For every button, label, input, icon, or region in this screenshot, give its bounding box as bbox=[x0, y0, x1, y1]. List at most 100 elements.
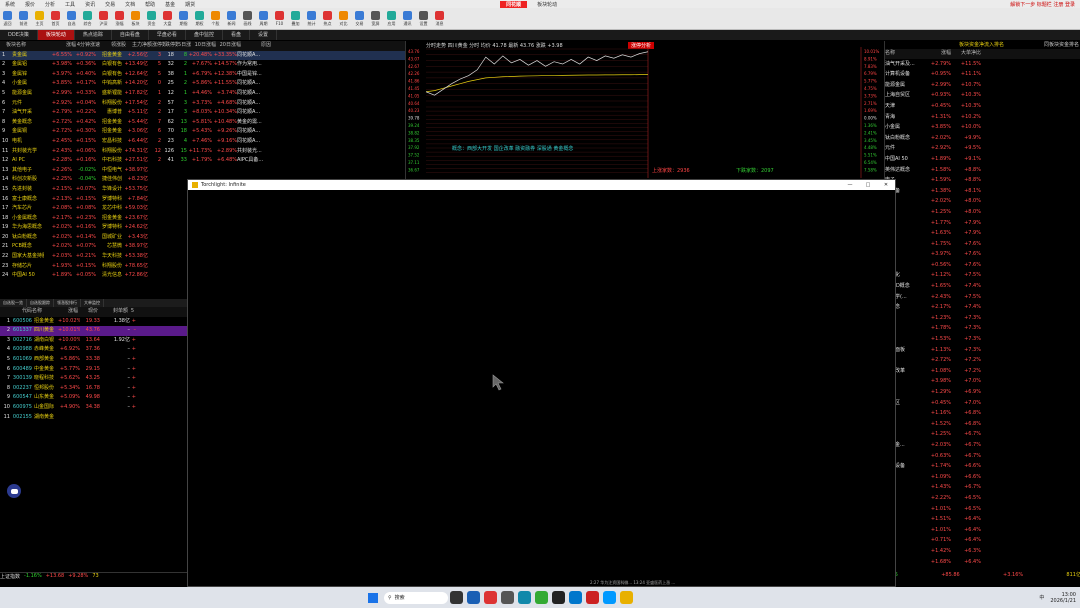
table-row[interactable]: 概念+1.51%+6.4% bbox=[885, 514, 1080, 525]
table-row[interactable]: 评+3.97%+7.6% bbox=[885, 249, 1080, 260]
table-row[interactable]: 科技+0.71%+6.4% bbox=[885, 535, 1080, 546]
toolbar-button[interactable]: 画线 bbox=[240, 9, 255, 28]
clock-date[interactable]: 2026/1/21 bbox=[1050, 598, 1076, 604]
menu-item[interactable]: 帮助 bbox=[145, 1, 155, 8]
tab-hot[interactable]: 热点追踪 bbox=[75, 30, 112, 40]
table-row[interactable]: 中国AI 50 +1.89% +9.1% bbox=[885, 154, 1080, 165]
toolbar-button[interactable]: 宽屏 bbox=[368, 9, 383, 28]
toolbar-button[interactable]: 消息 bbox=[432, 9, 447, 28]
table-row[interactable]: 天津 +0.45% +10.3% bbox=[885, 101, 1080, 112]
toolbar-button[interactable]: 统计 bbox=[304, 9, 319, 28]
column-header[interactable]: 涨幅 bbox=[48, 41, 76, 51]
table-row[interactable]: +1.42% +6.3% bbox=[885, 546, 1080, 557]
table-row[interactable]: 计算机设备 +0.95% +11.1% bbox=[885, 69, 1080, 80]
table-row[interactable]: 3 002716 湖南白银 +10.00% 13.64 1.92亿 + bbox=[0, 336, 187, 346]
table-row[interactable]: 仪+2.22%+6.5% bbox=[885, 493, 1080, 504]
toolbar-button[interactable]: 新闻 bbox=[224, 9, 239, 28]
table-row[interactable]: 2 601337 四川黄金 +10.01% 43.76 – – bbox=[0, 326, 187, 336]
news-item[interactable]: 2:27 华为注资国科微... 13:24 亚盛医药上涨 ... bbox=[590, 580, 675, 585]
toolbar-button[interactable]: 通讯 bbox=[400, 9, 415, 28]
column-header[interactable]: 涨幅 bbox=[56, 307, 78, 317]
browser-icon[interactable] bbox=[518, 591, 531, 604]
table-row[interactable]: 11 002155 湖南黄金 bbox=[0, 413, 187, 423]
table-row[interactable]: 电路面板+1.13%+7.3% bbox=[885, 345, 1080, 356]
table-row[interactable]: +2.72% +7.2% bbox=[885, 355, 1080, 366]
tab-sector-rotation[interactable]: 板块轮动 bbox=[37, 30, 75, 40]
table-row[interactable]: 5 能源金属 +2.99% +0.33% 盛新锂能 +17.82亿 1 12 1 +4.46% +3… bbox=[0, 89, 405, 99]
column-header[interactable]: 5 bbox=[128, 307, 134, 317]
table-row[interactable]: 4 小金属 +3.85% +0.17% 中钨高新 +14.20亿 0 25 2 +5.86% +11… bbox=[0, 79, 405, 89]
stock-tab[interactable]: 自选股一览 bbox=[0, 299, 27, 307]
menu-item[interactable]: 分析 bbox=[45, 1, 55, 8]
toolbar-button[interactable]: 返回 bbox=[0, 9, 15, 28]
table-row[interactable]: 4 600988 赤峰黄金 +6.92% 37.36 – + bbox=[0, 345, 187, 355]
table-row[interactable]: 国企改革+1.08%+7.2% bbox=[885, 366, 1080, 377]
table-row[interactable]: 7 300139 晓程科技 +5.62% 43.25 – + bbox=[0, 374, 187, 384]
table-row[interactable]: 工业化+1.12%+7.5% bbox=[885, 270, 1080, 281]
tab-free[interactable]: 自由看盘 bbox=[112, 30, 149, 40]
stock-tab[interactable]: 自选股跟踪 bbox=[27, 299, 54, 307]
table-row[interactable]: 8 002237 恒邦股份 +5.34% 16.78 – + bbox=[0, 384, 187, 394]
game-taskbar-icon[interactable] bbox=[620, 591, 633, 604]
app-icon[interactable] bbox=[535, 591, 548, 604]
table-row[interactable]: 9 600547 山东黄金 +5.09% 49.98 – + bbox=[0, 393, 187, 403]
table-row[interactable]: 12 AI PC +2.28% +0.16% 中石科技 +27.51亿 2 41 33 +1.79… bbox=[0, 156, 405, 166]
column-header[interactable]: 涨停数 bbox=[152, 41, 165, 51]
menu-item[interactable]: 文档 bbox=[125, 1, 135, 8]
table-row[interactable]: +0.56% +7.6% bbox=[885, 260, 1080, 271]
table-row[interactable]: 电池+1.29%+6.9% bbox=[885, 387, 1080, 398]
table-row[interactable]: 上海自贸区 +0.93% +10.3% bbox=[885, 90, 1080, 101]
table-row[interactable]: 7 油气开采 +2.79% +0.22% 惠博普 +5.11亿 2 17 3 +8.03% +10.… bbox=[0, 108, 405, 118]
tab-watch[interactable]: 看盘 bbox=[223, 30, 250, 40]
panel-subtab[interactable]: 同板块资金排名 bbox=[1044, 41, 1079, 49]
table-row[interactable]: 9 金属铜 +2.72% +0.30% 招金黄金 +3.06亿 6 70 18 +5.43% +9.… bbox=[0, 127, 405, 137]
toolbar-button[interactable]: 期指 bbox=[176, 9, 191, 28]
column-header[interactable]: 10日涨幅 bbox=[191, 41, 216, 51]
table-row[interactable]: 1 贵金属 +6.55% +0.92% 招金黄金 +2.56亿 3 18 8 +20.48% +33… bbox=[0, 50, 405, 61]
toolbar-button[interactable]: 叠加 bbox=[288, 9, 303, 28]
intraday-chart[interactable]: 43.76 43.07 42.67 42.26 41.86 41.45 41.05 40.64… bbox=[406, 41, 884, 178]
column-header[interactable]: 现价 bbox=[78, 307, 98, 317]
column-header[interactable]: 封单额 bbox=[98, 307, 128, 317]
table-row[interactable]: 小金属 +3.85% +10.0% bbox=[885, 122, 1080, 133]
table-row[interactable]: 钛白粉概念 +2.02% +9.9% bbox=[885, 133, 1080, 144]
app-icon[interactable] bbox=[501, 591, 514, 604]
table-row[interactable]: 电子+1.59%+8.8% bbox=[885, 175, 1080, 186]
toolbar-button[interactable]: 期权 bbox=[192, 9, 207, 28]
table-row[interactable]: 油气开采及... +2.79% +11.5% bbox=[885, 59, 1080, 70]
column-header[interactable]: 原因 bbox=[241, 41, 271, 51]
table-row[interactable]: 手机+1.52%+6.8% bbox=[885, 419, 1080, 430]
app-icon[interactable] bbox=[484, 591, 497, 604]
column-header[interactable]: 主力净额 bbox=[126, 41, 152, 51]
windows-start-icon[interactable] bbox=[368, 592, 378, 603]
table-row[interactable]: LED+1.78%+7.3% bbox=[885, 323, 1080, 334]
toolbar-button[interactable]: 交易 bbox=[352, 9, 367, 28]
table-row[interactable]: 元件 +2.92% +9.5% bbox=[885, 143, 1080, 154]
ime-indicator[interactable]: 中 bbox=[1039, 594, 1044, 601]
table-row[interactable]: 13 其他电子 +2.26% -0.02% 中恒电气 +38.97亿 bbox=[0, 166, 405, 176]
app-icon[interactable] bbox=[603, 591, 616, 604]
toolbar-button[interactable]: 对比 bbox=[336, 9, 351, 28]
stock-tab[interactable]: 大单监控 bbox=[81, 299, 104, 307]
stock-tab[interactable]: 领涨股排行 bbox=[54, 299, 81, 307]
table-row[interactable]: 概念+2.02%+8.0% bbox=[885, 196, 1080, 207]
menu-item[interactable]: 期货 bbox=[185, 1, 195, 8]
toolbar-button[interactable]: 涨幅 bbox=[112, 9, 127, 28]
tab-monitor[interactable]: 盘中监控 bbox=[186, 30, 223, 40]
column-header[interactable]: 领涨股 bbox=[100, 41, 126, 51]
table-row[interactable]: 英伟达概念 +1.58% +8.8% bbox=[885, 165, 1080, 176]
toolbar-button[interactable]: 个股 bbox=[208, 9, 223, 28]
table-row[interactable]: 1 600506 招金黄金 +10.02% 19.33 1.38亿 + bbox=[0, 317, 187, 327]
toolbar-button[interactable]: 主页 bbox=[32, 9, 47, 28]
toolbar-button[interactable]: 大盘 bbox=[160, 9, 175, 28]
table-row[interactable]: 回收+1.75%+7.6% bbox=[885, 239, 1080, 250]
table-row[interactable]: +1.25% +8.0% bbox=[885, 207, 1080, 218]
toolbar-button[interactable]: 沪深 bbox=[96, 9, 111, 28]
app-icon[interactable] bbox=[586, 591, 599, 604]
table-row[interactable]: 务器+1.68%+6.4% bbox=[885, 557, 1080, 568]
tab-settings[interactable]: 设置 bbox=[250, 30, 277, 40]
toolbar-button[interactable]: 周期 bbox=[256, 9, 271, 28]
menu-item[interactable]: 报价 bbox=[25, 1, 35, 8]
table-row[interactable]: 能源金属 +2.99% +10.7% bbox=[885, 80, 1080, 91]
table-row[interactable]: 10 600975 山金国际 +4.90% 34.38 – + bbox=[0, 403, 187, 413]
